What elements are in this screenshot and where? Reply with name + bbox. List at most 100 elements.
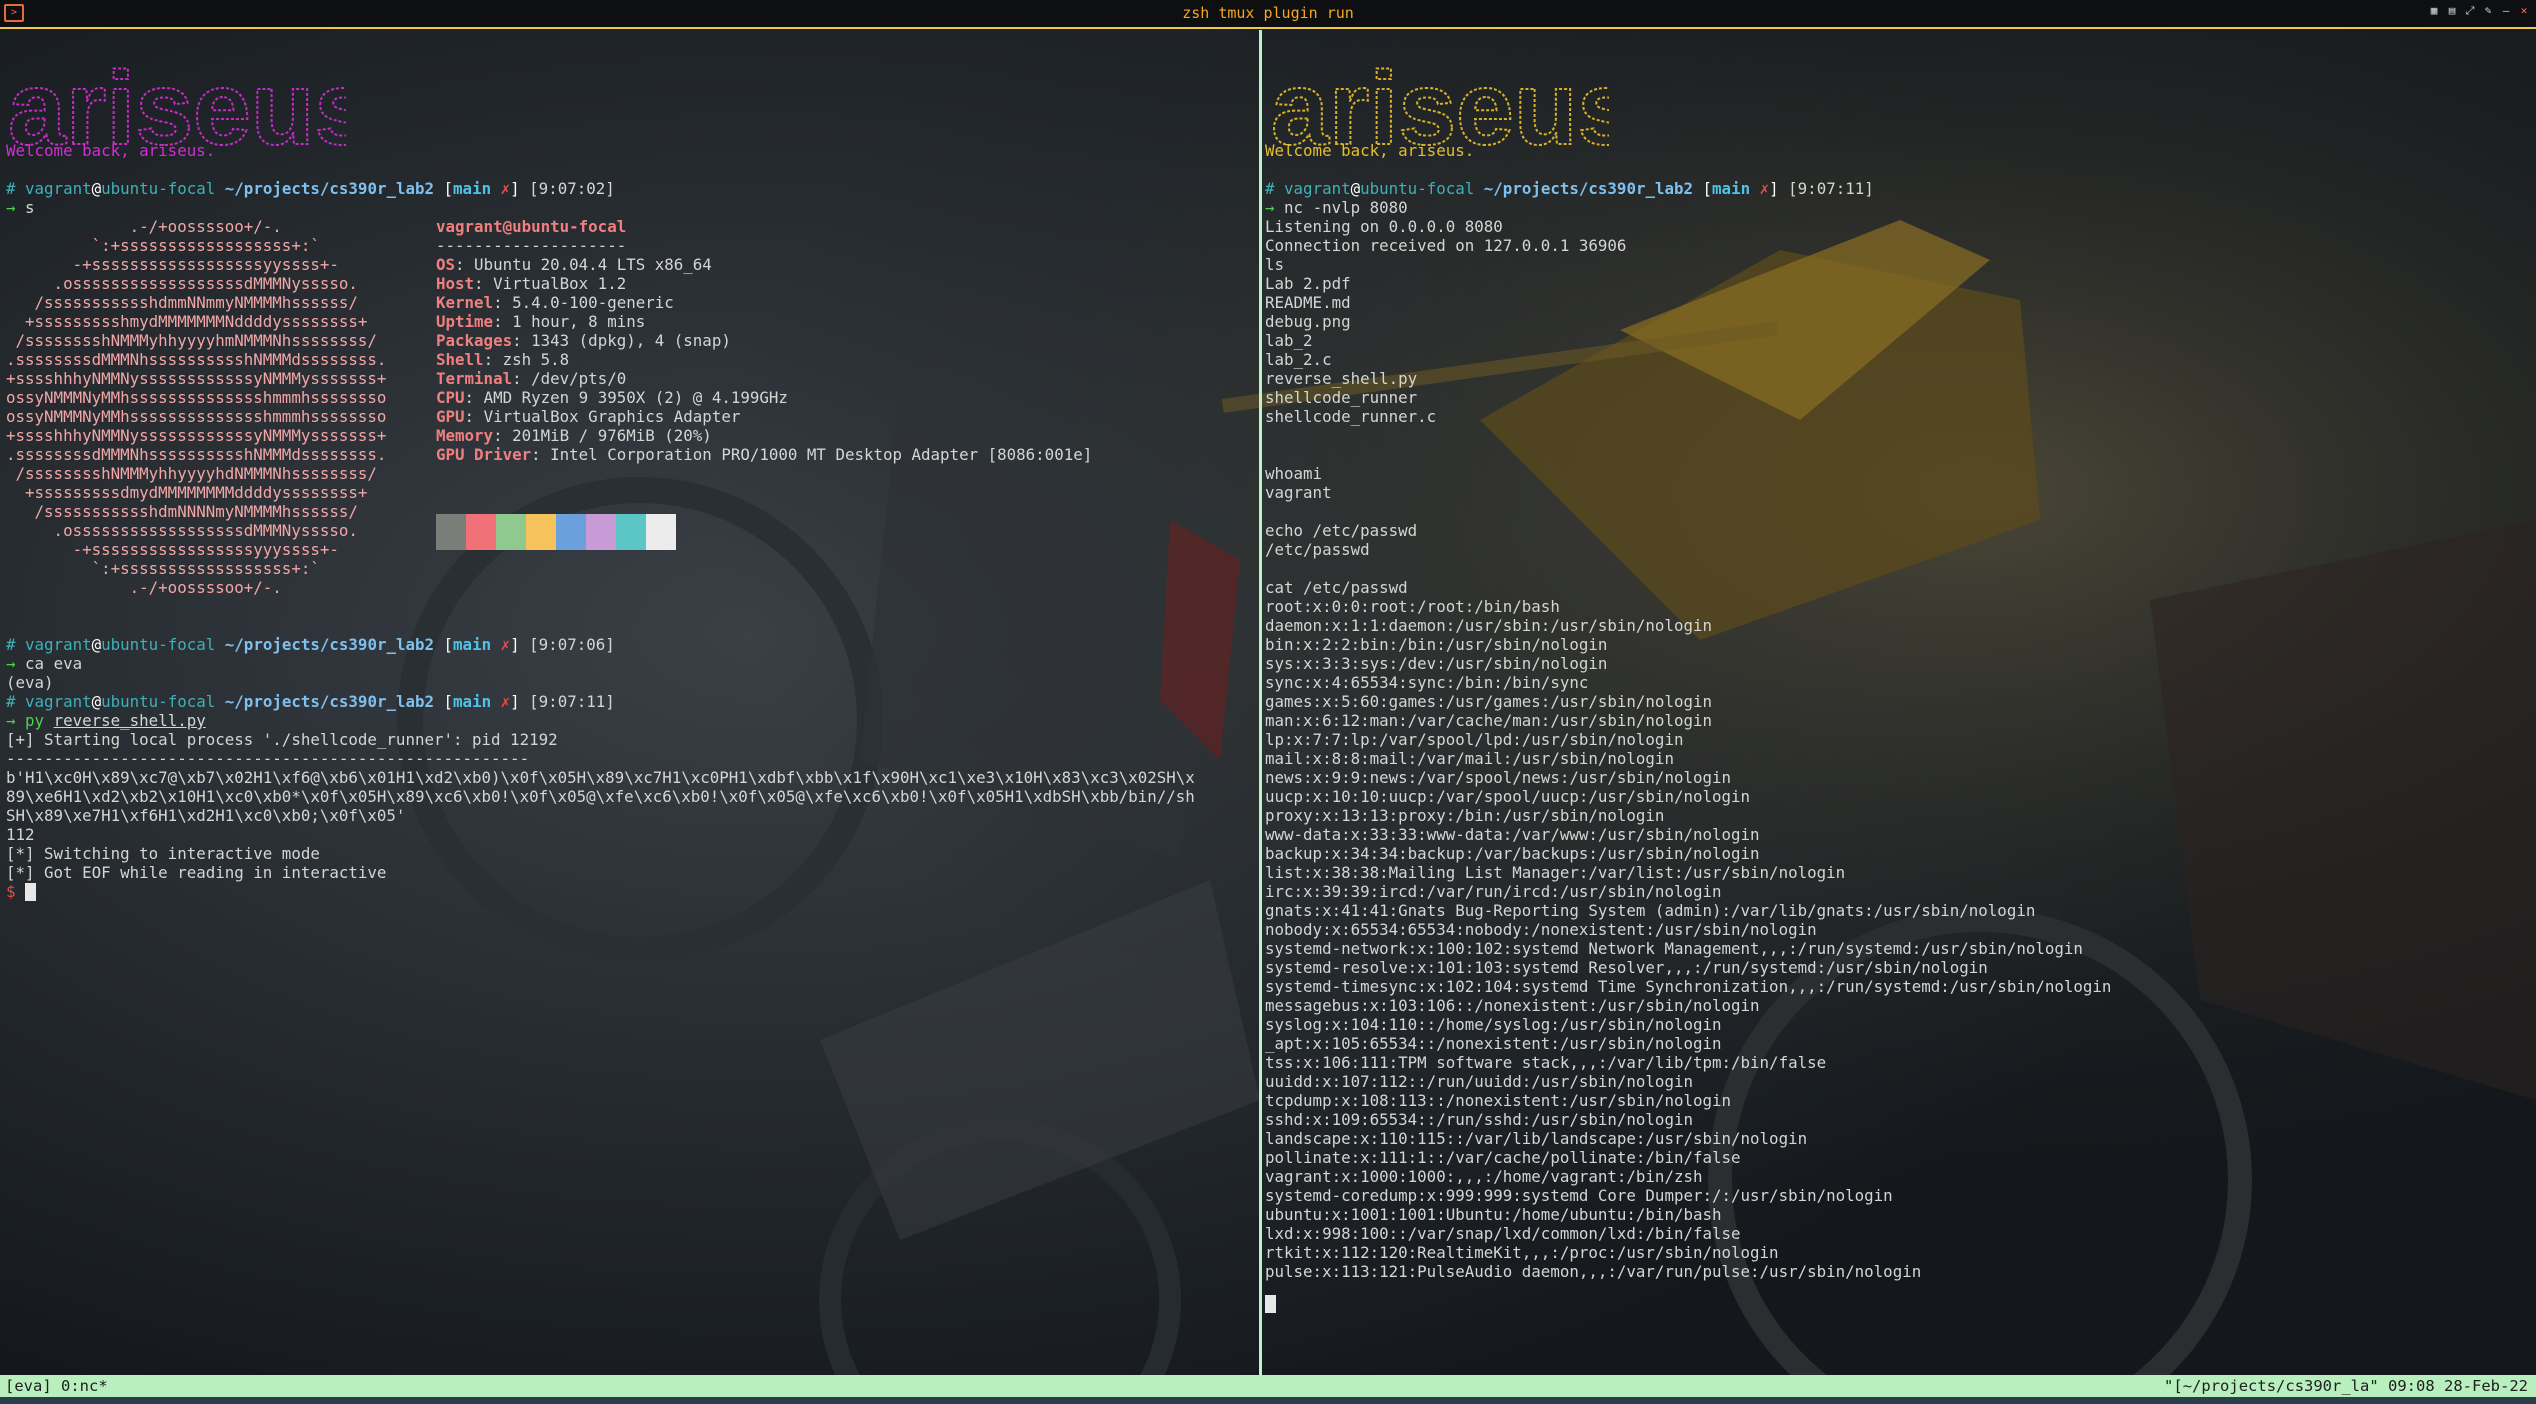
neofetch-info-row: Terminal: /dev/pts/0 (436, 369, 626, 388)
output-line: tcpdump:x:108:113::/nonexistent:/usr/sbi… (1265, 1091, 1732, 1110)
output-line: gnats:x:41:41:Gnats Bug-Reporting System… (1265, 901, 2036, 920)
output-line: debug.png (1265, 312, 1351, 331)
logo-line: +sssssssssdmydMMMMMMMMddddyssssssss+ (6, 483, 368, 502)
info-value: : 5.4.0-100-generic (493, 293, 674, 312)
resize-icon[interactable]: ⤢ (2464, 5, 2476, 17)
pane-divider[interactable] (1259, 30, 1262, 1375)
info-label: OS (436, 255, 456, 274)
info-label: Shell (436, 350, 484, 369)
output-line: tss:x:106:111:TPM software stack,,,:/var… (1265, 1053, 1827, 1072)
logo-line: .-/+oossssoo+/-. (6, 578, 282, 597)
output-line: lab_2.c (1265, 350, 1332, 369)
info-value: : 1343 (dpkg), 4 (snap) (512, 331, 731, 350)
neofetch-info-row: Uptime: 1 hour, 8 mins (436, 312, 645, 331)
layout-icon[interactable]: ▤ (2446, 5, 2458, 17)
output-line: sys:x:3:3:sys:/dev:/usr/sbin/nologin (1265, 654, 1608, 673)
logo-line: -+ssssssssssssssssssyyssss+- (6, 255, 339, 274)
color-swatch (616, 514, 646, 550)
session-window-label[interactable]: [eva] 0:nc* (5, 1375, 108, 1397)
logo-line: .ssssssssdMMMNhsssssssssshNMMMdssssssss. (6, 445, 387, 464)
output-line: vagrant (1265, 483, 1332, 502)
output-line: whoami (1265, 464, 1323, 483)
input-line[interactable] (1265, 1294, 1276, 1313)
output-line: lp:x:7:7:lp:/var/spool/lpd:/usr/sbin/nol… (1265, 730, 1684, 749)
layout-icon[interactable]: ▦ (2428, 5, 2440, 17)
output-line: daemon:x:1:1:daemon:/usr/sbin:/usr/sbin/… (1265, 616, 1712, 635)
minimize-icon[interactable]: – (2500, 5, 2512, 17)
output-line: list:x:38:38:Mailing List Manager:/var/l… (1265, 863, 1846, 882)
output-line: 89\xe6H1\xd2\xb2\x10H1\xc0\xb0*\x0f\x05H… (6, 787, 1195, 806)
output-line: [*] Got EOF while reading in interactive (6, 863, 387, 882)
neofetch-info-row: OS: Ubuntu 20.04.4 LTS x86_64 (436, 255, 712, 274)
output-line: root:x:0:0:root:/root:/bin/bash (1265, 597, 1560, 616)
venv-indicator: (eva) (6, 673, 54, 692)
output-line: syslog:x:104:110::/home/syslog:/usr/sbin… (1265, 1015, 1722, 1034)
output-line: irc:x:39:39:ircd:/var/run/ircd:/usr/sbin… (1265, 882, 1722, 901)
info-value: : AMD Ryzen 9 3950X (2) @ 4.199GHz (464, 388, 788, 407)
left-terminal-pane[interactable]: ariseus Welcome back, ariseus. # vagrant… (0, 30, 1258, 1375)
tmux-status-bar: [eva] 0:nc* "[~/projects/cs390r_la" 09:0… (0, 1375, 2536, 1397)
output-line: systemd-coredump:x:999:999:systemd Core … (1265, 1186, 1893, 1205)
logo-line: .-/+oossssoo+/-. (6, 217, 282, 236)
output-line: systemd-timesync:x:102:104:systemd Time … (1265, 977, 2112, 996)
logo-line: ossyNMMMNyMMhsssssssssssssshmmmhssssssso (6, 407, 387, 426)
text-cursor (1265, 1295, 1276, 1313)
info-value: : zsh 5.8 (483, 350, 570, 369)
info-value: : /dev/pts/0 (512, 369, 627, 388)
output-line: www-data:x:33:33:www-data:/var/www:/usr/… (1265, 825, 1760, 844)
neofetch-info-row: CPU: AMD Ryzen 9 3950X (2) @ 4.199GHz (436, 388, 788, 407)
close-icon[interactable]: ✕ (2518, 5, 2530, 17)
neofetch-info-row: Kernel: 5.4.0-100-generic (436, 293, 674, 312)
command-line: → ca eva (6, 654, 83, 673)
output-line: README.md (1265, 293, 1351, 312)
output-line: _apt:x:105:65534::/nonexistent:/usr/sbin… (1265, 1034, 1722, 1053)
output-line: systemd-network:x:100:102:systemd Networ… (1265, 939, 2083, 958)
output-line: news:x:9:9:news:/var/spool/news:/usr/sbi… (1265, 768, 1732, 787)
logo-line: ossyNMMMNyMMhsssssssssssssshmmmhssssssso (6, 388, 387, 407)
pin-icon[interactable]: ✎ (2482, 5, 2494, 17)
title-bar: > zsh tmux plugin run ▦ ▤ ⤢ ✎ – ✕ (0, 0, 2536, 29)
output-line: 112 (6, 825, 35, 844)
neofetch-info-row: GPU: VirtualBox Graphics Adapter (436, 407, 740, 426)
text-cursor (25, 883, 37, 901)
output-line: games:x:5:60:games:/usr/games:/usr/sbin/… (1265, 692, 1712, 711)
output-line: man:x:6:12:man:/var/cache/man:/usr/sbin/… (1265, 711, 1712, 730)
output-line: ubuntu:x:1001:1001:Ubuntu:/home/ubuntu:/… (1265, 1205, 1722, 1224)
output-line: sync:x:4:65534:sync:/bin:/bin/sync (1265, 673, 1589, 692)
output-line: nobody:x:65534:65534:nobody:/nonexistent… (1265, 920, 1817, 939)
output-line: uucp:x:10:10:uucp:/var/spool/uucp:/usr/s… (1265, 787, 1751, 806)
neofetch-info-row: Host: VirtualBox 1.2 (436, 274, 626, 293)
neofetch-info-row: Packages: 1343 (dpkg), 4 (snap) (436, 331, 731, 350)
window-title: zsh tmux plugin run (1182, 4, 1354, 22)
output-line: Listening on 0.0.0.0 8080 (1265, 217, 1503, 236)
output-line: uuidd:x:107:112::/run/uuidd:/usr/sbin/no… (1265, 1072, 1693, 1091)
output-line: bin:x:2:2:bin:/bin:/usr/sbin/nologin (1265, 635, 1608, 654)
shell-prompt: # vagrant@ubuntu-focal ~/projects/cs390r… (6, 635, 615, 654)
output-line: shellcode_runner (1265, 388, 1418, 407)
info-value: : VirtualBox 1.2 (474, 274, 627, 293)
neofetch-user-host: vagrant@ubuntu-focal (436, 217, 627, 236)
output-line: reverse_shell.py (1265, 369, 1418, 388)
info-label: Kernel (436, 293, 494, 312)
color-swatch (556, 514, 586, 550)
shell-prompt: # vagrant@ubuntu-focal ~/projects/cs390r… (6, 179, 615, 198)
right-terminal-pane[interactable]: ariseus Welcome back, ariseus. # vagrant… (1263, 30, 2536, 1375)
neofetch-info-row: Memory: 201MiB / 976MiB (20%) (436, 426, 712, 445)
color-swatch (436, 514, 466, 550)
output-line: [*] Switching to interactive mode (6, 844, 320, 863)
output-line: cat /etc/passwd (1265, 578, 1408, 597)
output-line: lab_2 (1265, 331, 1313, 350)
logo-line: /sssssssshNMMMyhhyyyyhdNMMMNhssssssss/ (6, 464, 377, 483)
info-value: : Ubuntu 20.04.4 LTS x86_64 (455, 255, 712, 274)
output-line: vagrant:x:1000:1000:,,,:/home/vagrant:/b… (1265, 1167, 1703, 1186)
shell-prompt[interactable]: $ (6, 882, 37, 901)
welcome-message: Welcome back, ariseus. (6, 141, 216, 160)
command-line: → py reverse_shell.py (6, 711, 206, 730)
neofetch-info-row: GPU Driver: Intel Corporation PRO/1000 M… (436, 445, 1092, 464)
info-label: Host (436, 274, 475, 293)
info-label: CPU (436, 388, 465, 407)
output-line: systemd-resolve:x:101:103:systemd Resolv… (1265, 958, 1988, 977)
info-value: : Intel Corporation PRO/1000 MT Desktop … (531, 445, 1093, 464)
info-label: Memory (436, 426, 494, 445)
logo-line: .ossssssssssssssssssdMMMNysssso. (6, 521, 358, 540)
